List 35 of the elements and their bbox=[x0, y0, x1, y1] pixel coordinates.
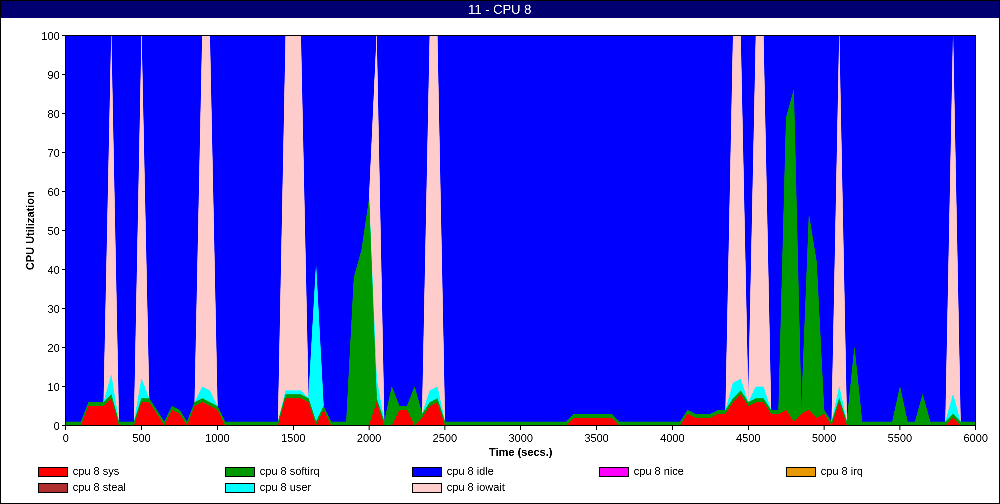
y-tick-label: 10 bbox=[48, 382, 60, 394]
legend-label: cpu 8 idle bbox=[447, 466, 494, 478]
legend-label: cpu 8 user bbox=[260, 482, 312, 494]
y-tick-label: 40 bbox=[48, 265, 60, 277]
x-tick-label: 6000 bbox=[964, 433, 988, 445]
y-tick-label: 80 bbox=[48, 109, 60, 121]
legend-label: cpu 8 iowait bbox=[447, 482, 506, 494]
legend-label: cpu 8 softirq bbox=[260, 466, 320, 478]
x-axis-title: Time (secs.) bbox=[489, 447, 553, 459]
y-axis-title: CPU Utilization bbox=[25, 192, 37, 270]
y-tick-label: 60 bbox=[48, 187, 60, 199]
x-tick-label: 5000 bbox=[812, 433, 837, 445]
x-tick-label: 4000 bbox=[660, 433, 685, 445]
x-tick-label: 4500 bbox=[736, 433, 761, 445]
legend-label: cpu 8 sys bbox=[73, 466, 120, 478]
x-tick-label: 2500 bbox=[432, 433, 458, 445]
legend-label: cpu 8 nice bbox=[634, 466, 684, 478]
y-tick-label: 30 bbox=[48, 304, 60, 316]
x-tick-label: 2000 bbox=[357, 433, 382, 445]
x-tick-label: 0 bbox=[62, 433, 70, 445]
y-tick-label: 0 bbox=[54, 421, 60, 433]
x-tick-label: 1500 bbox=[281, 433, 306, 445]
legend-label: cpu 8 irq bbox=[821, 466, 864, 478]
x-tick-label: 1000 bbox=[205, 433, 230, 445]
y-tick-label: 20 bbox=[48, 343, 60, 355]
x-tick-label: 500 bbox=[132, 433, 152, 445]
y-tick-label: 70 bbox=[48, 148, 60, 160]
y-tick-label: 100 bbox=[42, 31, 60, 43]
x-tick-label: 3500 bbox=[584, 433, 610, 445]
window-title: 11 - CPU 8 bbox=[1, 1, 999, 18]
x-tick-label: 5500 bbox=[888, 433, 912, 445]
y-tick-label: 50 bbox=[48, 226, 60, 238]
y-tick-label: 90 bbox=[48, 70, 60, 82]
legend-label: cpu 8 steal bbox=[73, 482, 126, 494]
x-tick-label: 3000 bbox=[508, 433, 534, 445]
